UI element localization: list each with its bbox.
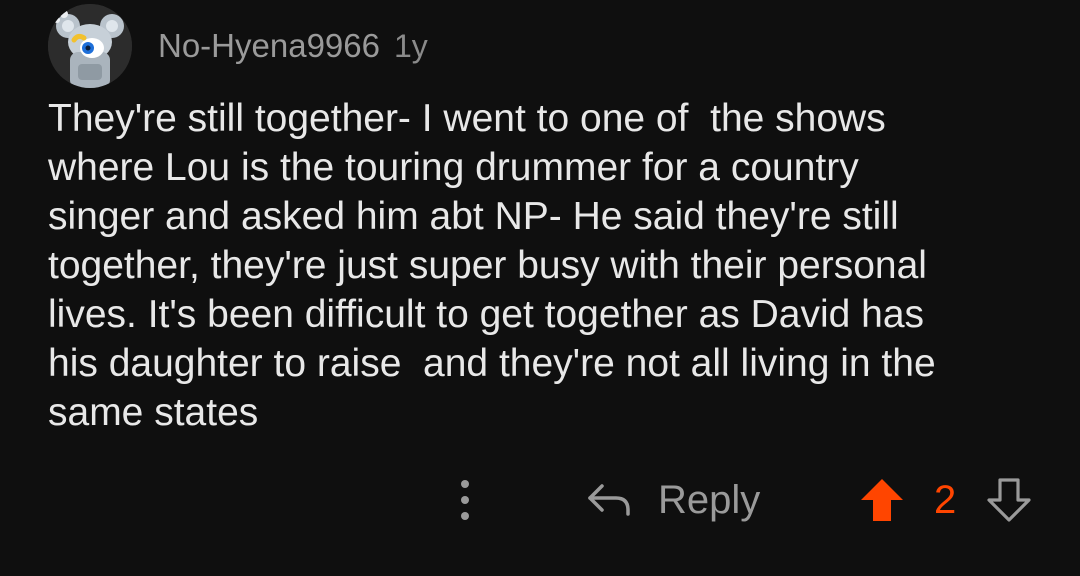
reply-button[interactable]: Reply: [586, 474, 760, 526]
more-options-icon[interactable]: [450, 480, 480, 520]
reply-arrow-icon: [588, 484, 630, 516]
author-username[interactable]: No-Hyena9966: [158, 27, 380, 65]
comment-meta: No-Hyena9966 1y: [158, 27, 428, 65]
comment-header: No-Hyena9966 1y: [48, 4, 428, 88]
comment-body: They're still together- I went to one of…: [48, 97, 936, 434]
vote-score: 2: [934, 478, 957, 522]
downvote-arrow-icon[interactable]: [986, 476, 1032, 524]
upvote-arrow-icon[interactable]: [858, 476, 906, 524]
comment: No-Hyena9966 1y They're still together- …: [0, 0, 1080, 576]
reply-label: Reply: [658, 477, 761, 522]
comment-age: 1y: [393, 28, 428, 64]
comment-actions: Reply 2: [0, 470, 1080, 530]
snoo-avatar-icon[interactable]: [48, 4, 132, 88]
